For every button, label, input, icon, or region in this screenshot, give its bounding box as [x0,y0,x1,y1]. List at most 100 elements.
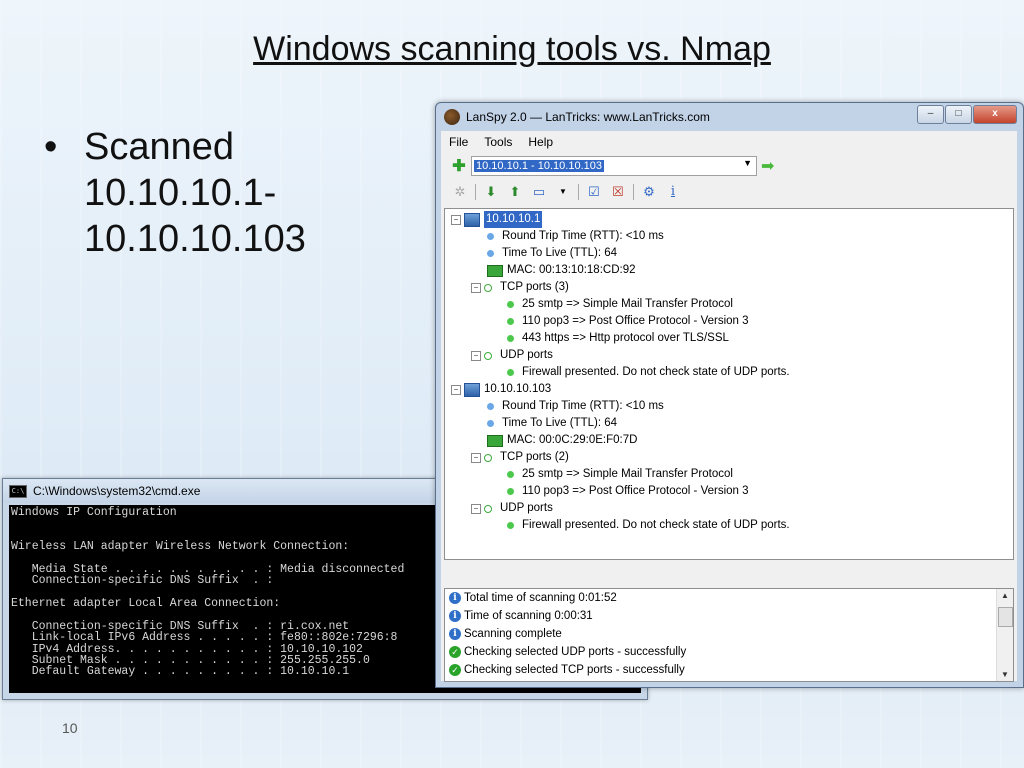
log-entry[interactable]: ✓ Checking selected UDP ports - successfu… [445,643,1013,661]
window-controls: – □ x [916,105,1017,124]
lanspy-title: LanSpy 2.0 — LanTricks: www.LanTricks.co… [466,110,710,124]
maximize-button[interactable]: □ [945,105,972,124]
tree-tcp-ports-label: TCP ports (2) [500,451,569,463]
collapse-toggle[interactable]: − [471,282,481,293]
tree-tcp-ports[interactable]: − TCP ports (2) [471,449,569,466]
lanspy-window[interactable]: LanSpy 2.0 — LanTricks: www.LanTricks.co… [435,102,1024,688]
move-down-icon[interactable]: ⬇ [482,184,500,200]
terminal-icon: C:\ [9,484,27,498]
tree-tcp-port-label: 110 pop3 => Post Office Protocol - Versi… [522,485,749,497]
network-card-icon [487,434,503,447]
view-icon[interactable]: ▭ [530,184,548,200]
go-arrow-icon[interactable]: ➡ [761,156,774,176]
stop-icon[interactable]: ✲ [451,184,469,200]
dot-icon [507,318,514,325]
lanspy-client: File Tools Help ✚ 10.10.10.1 - 10.10.10.… [441,131,1017,682]
toolbar-separator [578,184,579,200]
slide-title: Windows scanning tools vs. Nmap [253,30,771,68]
tree-host[interactable]: − 10.10.10.1 [451,211,543,228]
close-button[interactable]: x [973,105,1017,124]
tree-mac[interactable]: MAC: 00:0C:29:0E:F0:7D [475,432,637,449]
log-entry[interactable]: i Scanning complete [445,625,1013,643]
tree-udp-note-label: Firewall presented. Do not check state o… [522,366,790,378]
address-range-value[interactable]: 10.10.10.1 - 10.10.10.103 [474,160,604,172]
collapse-toggle[interactable]: − [471,350,481,361]
dot-icon [484,453,492,462]
select-all-icon[interactable]: ☑ [585,184,603,200]
tree-udp-ports-label: UDP ports [500,502,553,514]
tree-ttl-label: Time To Live (TTL): 64 [502,417,618,429]
log-text: Time of scanning 0:00:31 [464,610,593,622]
tree-tcp-port[interactable]: 110 pop3 => Post Office Protocol - Versi… [495,483,749,500]
deselect-icon[interactable]: ☒ [609,184,627,200]
menu-file[interactable]: File [441,135,476,149]
cmd-title: C:\Windows\system32\cmd.exe [33,484,201,498]
log-text: Checking selected TCP ports - successful… [464,664,685,676]
info-icon: i [449,592,461,604]
info-icon: i [449,628,461,640]
tree-tcp-ports-label: TCP ports (3) [500,281,569,293]
collapse-toggle[interactable]: − [471,503,481,514]
log-entry[interactable]: ✓ Checking selected TCP ports - successfu… [445,661,1013,679]
computer-icon [464,382,480,397]
menu-bar: File Tools Help [441,131,1017,153]
check-icon: ✓ [449,664,461,676]
tree-udp-note[interactable]: Firewall presented. Do not check state o… [495,517,790,534]
check-icon: ✓ [449,646,461,658]
toolbar: ✲ ⬇ ⬆ ▭ ▼ ☑ ☒ ⚙ i [441,179,1017,205]
toolbar-separator [475,184,476,200]
dot-icon [507,369,514,376]
info-icon[interactable]: i [664,184,682,200]
minimize-button[interactable]: – [917,105,944,124]
tree-tcp-port[interactable]: 443 https => Http protocol over TLS/SSL [495,330,729,347]
tree-tcp-port[interactable]: 110 pop3 => Post Office Protocol - Versi… [495,313,749,330]
tree-mac[interactable]: MAC: 00:13:10:18:CD:92 [475,262,636,279]
tree-host[interactable]: − 10.10.10.103 [451,381,551,398]
scroll-thumb[interactable] [998,607,1013,627]
log-panel[interactable]: ▲ ▼ i Total time of scanning 0:01:52 i Time… [444,588,1014,682]
dot-icon [484,283,492,292]
tree-rtt[interactable]: Round Trip Time (RTT): <10 ms [475,228,664,245]
bullet-line: Scanned [84,126,235,168]
dot-icon [507,522,514,529]
address-row: ✚ 10.10.10.1 - 10.10.10.103 ▼ ➡ [441,153,1017,179]
lanspy-titlebar[interactable]: LanSpy 2.0 — LanTricks: www.LanTricks.co… [436,103,1023,131]
tree-udp-note-label: Firewall presented. Do not check state o… [522,519,790,531]
tree-ttl[interactable]: Time To Live (TTL): 64 [475,245,617,262]
tree-udp-ports[interactable]: − UDP ports [471,500,553,517]
collapse-toggle[interactable]: − [451,214,461,225]
collapse-toggle[interactable]: − [471,452,481,463]
bullet-dot: • [44,126,58,168]
chevron-down-icon[interactable]: ▼ [743,158,752,168]
bullet-line: 10.10.10.1- [84,172,277,214]
address-range-combo[interactable]: 10.10.10.1 - 10.10.10.103 ▼ [471,156,757,176]
log-scrollbar[interactable]: ▲ ▼ [996,589,1013,681]
scroll-down-icon[interactable]: ▼ [997,670,1013,679]
dot-icon [507,335,514,342]
tree-ttl-label: Time To Live (TTL): 64 [502,247,618,259]
tree-tcp-port[interactable]: 25 smtp => Simple Mail Transfer Protocol [495,296,733,313]
tree-tcp-ports[interactable]: − TCP ports (3) [471,279,569,296]
collapse-toggle[interactable]: − [451,384,461,395]
scroll-up-icon[interactable]: ▲ [997,591,1013,600]
tree-tcp-port[interactable]: 25 smtp => Simple Mail Transfer Protocol [495,466,733,483]
tree-mac-label: MAC: 00:13:10:18:CD:92 [507,264,636,276]
log-entry[interactable]: i Time of scanning 0:00:31 [445,607,1013,625]
menu-help[interactable]: Help [520,135,561,149]
tree-udp-ports[interactable]: − UDP ports [471,347,553,364]
chevron-down-icon[interactable]: ▼ [554,184,572,200]
tree-udp-note[interactable]: Firewall presented. Do not check state o… [495,364,790,381]
settings-icon[interactable]: ⚙ [640,184,658,200]
results-tree[interactable]: − 10.10.10.1 Round Trip Time (RTT): <10 ms… [444,208,1014,560]
tree-rtt[interactable]: Round Trip Time (RTT): <10 ms [475,398,664,415]
tree-mac-label: MAC: 00:0C:29:0E:F0:7D [507,434,638,446]
dot-icon [487,233,494,240]
menu-tools[interactable]: Tools [476,135,520,149]
dot-icon [507,488,514,495]
log-entry[interactable]: i Total time of scanning 0:01:52 [445,589,1013,607]
tree-ttl[interactable]: Time To Live (TTL): 64 [475,415,617,432]
computer-icon [464,212,480,227]
tree-udp-ports-label: UDP ports [500,349,553,361]
add-icon[interactable]: ✚ [451,156,467,176]
move-up-icon[interactable]: ⬆ [506,184,524,200]
